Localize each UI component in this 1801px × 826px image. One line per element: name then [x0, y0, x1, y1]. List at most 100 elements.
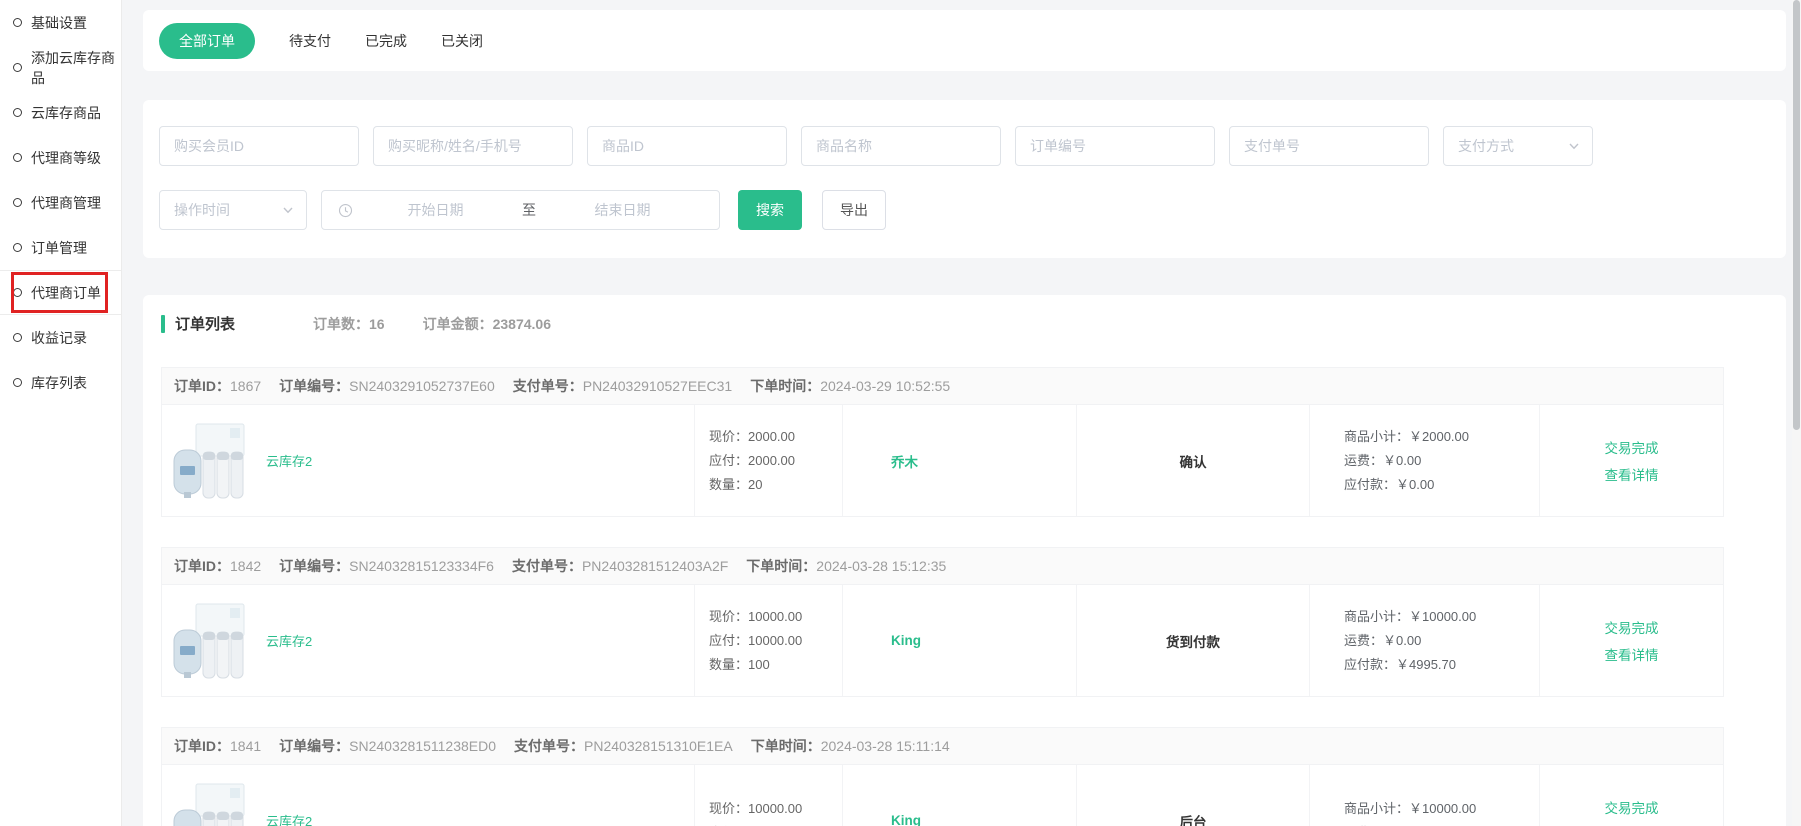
order-entry-header: 订单ID：1842 订单编号：SN24032815123334F6 支付单号：P…: [162, 548, 1723, 585]
export-button[interactable]: 导出: [822, 190, 886, 230]
sidebar-item-earnings-record[interactable]: 收益记录: [0, 315, 121, 360]
order-entry-header: 订单ID：1867 订单编号：SN2403291052737E60 支付单号：P…: [162, 368, 1723, 405]
end-date-field[interactable]: 结束日期: [540, 200, 705, 220]
product-name-link[interactable]: 云库存2: [266, 811, 312, 826]
order-entry: 订单ID：1867 订单编号：SN2403291052737E60 支付单号：P…: [161, 367, 1724, 517]
pay-no-value: PN240328151310E1EA: [584, 738, 733, 754]
pay-type: 确认: [1180, 451, 1207, 471]
order-no-input[interactable]: [1015, 126, 1215, 166]
current-price-line: 现价：10000.00: [709, 799, 842, 818]
scrollbar-thumb[interactable]: [1793, 0, 1800, 430]
order-id-label: 订单ID：: [174, 736, 230, 756]
subtotal-line: 商品小计：￥10000.00: [1344, 799, 1539, 818]
order-no-value: SN2403291052737E60: [349, 378, 495, 394]
circle-icon: [13, 153, 22, 162]
order-status: 交易完成: [1605, 797, 1659, 817]
price-cell: 现价：10000.00 应付：10000.00: [695, 765, 843, 826]
pay-no-input[interactable]: [1229, 126, 1429, 166]
product-image: [172, 782, 246, 826]
start-date-field[interactable]: 开始日期: [353, 200, 518, 220]
order-status: 交易完成: [1605, 437, 1659, 457]
order-entry-body: 云库存2 现价：2000.00 应付：2000.00 数量：20 乔木 确认 商: [162, 405, 1723, 516]
order-time-label: 下单时间：: [746, 556, 816, 576]
circle-icon: [13, 63, 22, 72]
search-button[interactable]: 搜索: [738, 190, 802, 230]
nickname-input[interactable]: [373, 126, 573, 166]
order-time-value: 2024-03-29 10:52:55: [820, 378, 950, 394]
vertical-scrollbar[interactable]: [1792, 0, 1801, 826]
product-cell: 云库存2: [162, 405, 695, 516]
amount-due-line: 应付款：￥4995.70: [1344, 655, 1539, 674]
chevron-down-icon: [1568, 140, 1580, 152]
time-type-select-label: 操作时间: [174, 200, 230, 220]
totals-cell: 商品小计：￥2000.00 运费：￥0.00 应付款：￥0.00: [1310, 405, 1540, 516]
sidebar-item-agent-orders[interactable]: 代理商订单: [0, 270, 121, 315]
pay-type-cell: 后台: [1077, 765, 1310, 826]
pay-no-label: 支付单号：: [513, 376, 583, 396]
circle-icon: [13, 378, 22, 387]
clock-icon: [338, 203, 353, 218]
product-name-input[interactable]: [801, 126, 1001, 166]
subtotal-line: 商品小计：￥10000.00: [1344, 607, 1539, 626]
pay-no-label: 支付单号：: [512, 556, 582, 576]
product-name-link[interactable]: 云库存2: [266, 631, 312, 650]
tab-pending-payment[interactable]: 待支付: [289, 23, 331, 59]
sidebar-item-label: 库存列表: [31, 373, 87, 393]
order-no-label: 订单编号：: [279, 556, 349, 576]
order-count: 订单数：16: [313, 314, 385, 334]
order-entry-header: 订单ID：1841 订单编号：SN2403281511238ED0 支付单号：P…: [162, 728, 1723, 765]
time-type-select[interactable]: 操作时间: [159, 190, 307, 230]
filter-card: 支付方式 操作时间 开始日期 至 结束日期 搜: [143, 100, 1786, 258]
order-list-card: 订单列表 订单数：16 订单金额：23874.06 订单ID：1867 订单编号…: [143, 295, 1786, 826]
tab-closed[interactable]: 已关闭: [441, 23, 483, 59]
product-name-link[interactable]: 云库存2: [266, 451, 312, 470]
subtotal-line: 商品小计：￥2000.00: [1344, 427, 1539, 446]
quantity-line: 数量：100: [709, 655, 842, 674]
product-id-input[interactable]: [587, 126, 787, 166]
sidebar-item-cloud-stock-product[interactable]: 云库存商品: [0, 90, 121, 135]
payment-method-select[interactable]: 支付方式: [1443, 126, 1593, 166]
circle-icon: [13, 288, 22, 297]
date-range-separator: 至: [518, 200, 540, 220]
order-no-label: 订单编号：: [279, 376, 349, 396]
sidebar-item-add-cloud-stock-product[interactable]: 添加云库存商品: [0, 45, 121, 90]
product-image: [172, 602, 246, 680]
sidebar-item-label: 代理商等级: [31, 148, 101, 168]
order-time-label: 下单时间：: [751, 736, 821, 756]
sidebar-item-stock-list[interactable]: 库存列表: [0, 360, 121, 405]
order-entry: 订单ID：1842 订单编号：SN24032815123334F6 支付单号：P…: [161, 547, 1724, 697]
member-id-input[interactable]: [159, 126, 359, 166]
sidebar-item-agent-management[interactable]: 代理商管理: [0, 180, 121, 225]
payable-line: 应付：2000.00: [709, 451, 842, 470]
tab-completed[interactable]: 已完成: [365, 23, 407, 59]
view-details-link[interactable]: 查看详情: [1605, 646, 1659, 665]
sidebar-item-order-management[interactable]: 订单管理: [0, 225, 121, 270]
order-status: 交易完成: [1605, 617, 1659, 637]
order-id-value: 1841: [230, 738, 261, 754]
order-id-value: 1842: [230, 558, 261, 574]
sidebar: 基础设置 添加云库存商品 云库存商品 代理商等级 代理商管理 订单管理 代理商订…: [0, 0, 122, 826]
sidebar-item-agent-level[interactable]: 代理商等级: [0, 135, 121, 180]
buyer-cell: King: [843, 585, 1077, 696]
order-time-value: 2024-03-28 15:12:35: [816, 558, 946, 574]
tab-all-orders[interactable]: 全部订单: [159, 23, 255, 59]
circle-icon: [13, 333, 22, 342]
pay-no-value: PN24032910527EEC31: [583, 378, 732, 394]
totals-cell: 商品小计：￥10000.00 运费：￥0.00: [1310, 765, 1540, 826]
order-no-value: SN24032815123334F6: [349, 558, 494, 574]
current-price-line: 现价：2000.00: [709, 427, 842, 446]
price-cell: 现价：2000.00 应付：2000.00 数量：20: [695, 405, 843, 516]
app-root: 基础设置 添加云库存商品 云库存商品 代理商等级 代理商管理 订单管理 代理商订…: [0, 0, 1801, 826]
sidebar-item-label: 代理商订单: [31, 283, 101, 303]
green-accent-bar: [161, 315, 165, 333]
view-details-link[interactable]: 查看详情: [1605, 466, 1659, 485]
date-range-picker[interactable]: 开始日期 至 结束日期: [321, 190, 720, 230]
filter-row-2: 操作时间 开始日期 至 结束日期 搜索 导出: [159, 190, 1770, 230]
actions-cell: 交易完成 查看详情: [1540, 405, 1723, 516]
price-cell: 现价：10000.00 应付：10000.00 数量：100: [695, 585, 843, 696]
circle-icon: [13, 108, 22, 117]
chevron-down-icon: [282, 204, 294, 216]
order-id-label: 订单ID：: [174, 556, 230, 576]
sidebar-item-label: 云库存商品: [31, 103, 101, 123]
sidebar-item-basic-settings[interactable]: 基础设置: [0, 0, 121, 45]
